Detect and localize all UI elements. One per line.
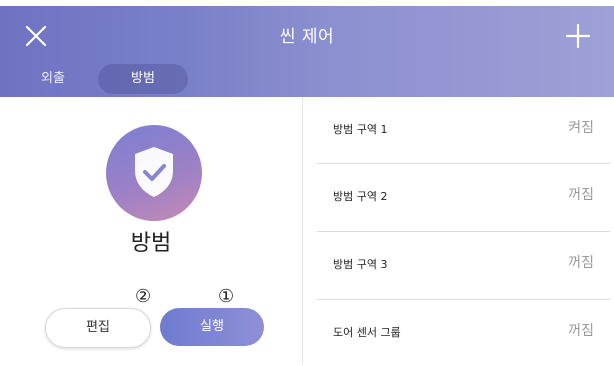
page-title: 씬 제어 [279,27,335,47]
zone-label: 방범 구역 2 [333,190,388,203]
list-item[interactable]: 도어 센서 그룹 꺼짐 [317,300,610,366]
list-item[interactable]: 방범 구역 3 꺼짐 [317,232,610,298]
header-bar: 씬 제어 외출 방범 [0,6,614,100]
annotation-marker-2: ② [135,286,152,307]
tab-outing[interactable]: 외출 [22,64,84,94]
zone-state: 꺼짐 [568,323,594,339]
zone-state: 꺼짐 [568,187,594,203]
zone-state: 켜짐 [568,120,594,136]
list-item[interactable]: 방범 구역 2 꺼짐 [317,164,610,230]
tab-security[interactable]: 방범 [98,64,188,94]
scene-name: 방범 [130,231,172,256]
edit-button[interactable]: 편집 [45,308,151,348]
run-button[interactable]: 실행 [160,308,264,346]
zone-label: 방범 구역 3 [333,258,388,271]
shield-check-icon [106,125,202,221]
zone-label: 방범 구역 1 [333,123,388,136]
scene-control-screen: 씬 제어 외출 방범 방범 ② ① 편집 실행 방범 구역 1 켜짐 방범 구역… [0,0,614,363]
zone-list: 방범 구역 1 켜짐 방범 구역 2 꺼짐 방범 구역 3 꺼짐 도어 센서 그… [303,97,614,363]
zone-state: 꺼짐 [568,255,594,271]
list-item[interactable]: 방범 구역 1 켜짐 [317,97,610,163]
annotation-marker-1: ① [218,286,235,307]
zone-label: 도어 센서 그룹 [333,326,401,339]
add-icon[interactable] [562,20,594,52]
